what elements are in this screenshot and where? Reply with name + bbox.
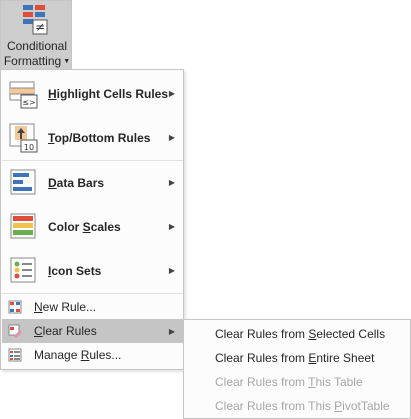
color-scales-icon: [10, 213, 36, 239]
submenu-arrow-icon: ▶: [168, 133, 175, 142]
menu-item-icon-sets[interactable]: Icon Sets ▶: [2, 249, 183, 293]
menu-item-label: ules...: [89, 348, 122, 362]
submenu-arrow-icon: ▶: [168, 222, 175, 231]
conditional-formatting-menu: ≤> Highlight Cells Rules ▶ 10 Top/Bottom…: [0, 69, 184, 370]
data-bars-icon: [10, 169, 36, 195]
menu-item-label: ew Rule...: [42, 300, 97, 314]
submenu-item-clear-this-pivottable: Clear Rules from This PivotTable: [215, 399, 390, 413]
submenu-arrow-icon: ▶: [168, 266, 175, 275]
menu-item-label: cales: [90, 220, 121, 234]
new-rule-icon: [8, 300, 22, 314]
menu-item-manage-rules[interactable]: Manage Rules...: [2, 343, 183, 367]
submenu-item-clear-entire-sheet[interactable]: Clear Rules from Entire Sheet: [215, 351, 374, 365]
svg-text:≠: ≠: [35, 20, 45, 34]
conditional-formatting-button[interactable]: ≠ Conditional Formatting ▼: [0, 0, 72, 70]
menu-item-top-bottom-rules[interactable]: 10 Top/Bottom Rules ▶: [2, 116, 183, 160]
svg-text:10: 10: [24, 143, 34, 152]
submenu-arrow-icon: ▶: [168, 89, 175, 98]
conditional-formatting-icon: ≠: [23, 5, 48, 35]
ribbon-label-line2: Formatting: [3, 54, 62, 68]
submenu-item-clear-selected-cells[interactable]: Clear Rules from Selected Cells: [215, 327, 385, 341]
svg-text:≤>: ≤>: [22, 98, 35, 107]
menu-item-new-rule[interactable]: New Rule...: [2, 295, 183, 319]
menu-item-label: ata Bars: [56, 176, 105, 190]
menu-separator: [2, 293, 183, 294]
menu-item-label: op/Bottom Rules: [54, 131, 151, 145]
submenu-arrow-icon: ▶: [168, 178, 175, 187]
submenu-arrow-icon: ▶: [168, 327, 175, 336]
highlight-cells-rules-icon: ≤>: [9, 81, 38, 109]
menu-item-label: lear Rules: [42, 324, 97, 338]
menu-item-data-bars[interactable]: Data Bars ▶: [2, 161, 183, 205]
icon-sets-icon: [10, 257, 36, 283]
clear-rules-submenu: Clear Rules from Selected Cells Clear Ru…: [183, 319, 411, 419]
manage-rules-icon: [8, 348, 22, 362]
ribbon-label-line1: Conditional: [6, 39, 68, 53]
dropdown-caret-icon: ▼: [63, 58, 71, 65]
clear-rules-icon: [8, 324, 22, 338]
menu-item-label: con Sets: [51, 264, 102, 278]
menu-item-highlight-cells-rules[interactable]: ≤> Highlight Cells Rules ▶: [2, 72, 183, 116]
top-bottom-rules-icon: 10: [9, 123, 38, 153]
menu-item-color-scales[interactable]: Color Scales ▶: [2, 205, 183, 249]
menu-item-clear-rules[interactable]: Clear Rules ▶: [2, 319, 183, 343]
submenu-item-clear-this-table: Clear Rules from This Table: [215, 375, 363, 389]
menu-item-label: ighlight Cells Rules: [56, 87, 169, 101]
